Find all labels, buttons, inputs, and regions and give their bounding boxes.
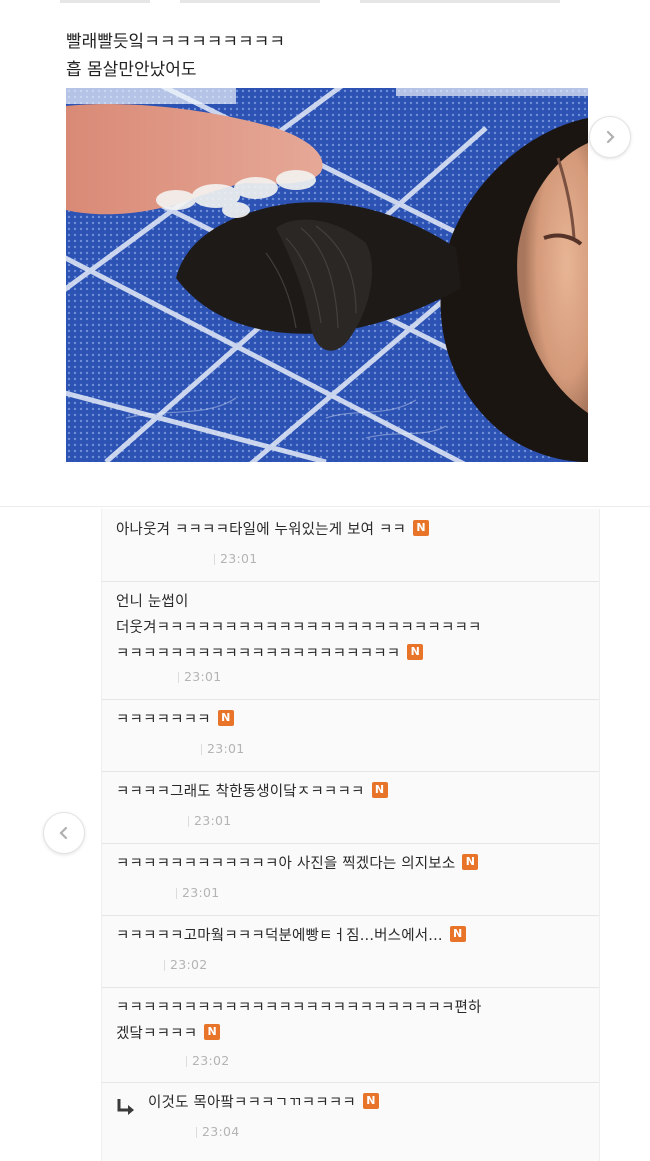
comment-time: 23:04 [196,1124,240,1139]
chevron-right-icon [606,130,615,144]
new-badge: N [362,1093,379,1109]
comment-item: ㅋㅋㅋㅋㅋㅋㅋㅋㅋㅋㅋㅋㅋㅋㅋㅋㅋㅋㅋㅋㅋㅋㅋㅋㅋ편하 겠닼ㅋㅋㅋㅋ N 23:0… [102,987,599,1083]
comment-text: ㅋㅋㅋㅋ그래도 착한동생이닼ㅈㅋㅋㅋㅋ N [116,779,388,805]
comment-text: ㅋㅋㅋㅋㅋㅋㅋㅋㅋㅋㅋㅋㅋㅋㅋㅋㅋㅋㅋㅋㅋㅋㅋㅋㅋ편하 겠닼ㅋㅋㅋㅋ N [116,1000,482,1042]
top-cutoff-strip [60,0,580,6]
post-caption: 빨래빨듯잌ㅋㅋㅋㅋㅋㅋㅋㅋㅋ 흡 몸살만안났어도 [66,28,285,84]
previous-image-button[interactable] [44,813,84,853]
comment-item: ㅋㅋㅋㅋㅋㅋㅋ N 23:01 [102,699,599,772]
next-image-button[interactable] [590,117,630,157]
comment-text: 언니 눈썹이 더웃겨ㅋㅋㅋㅋㅋㅋㅋㅋㅋㅋㅋㅋㅋㅋㅋㅋㅋㅋㅋㅋㅋㅋㅋㅋ ㅋㅋㅋㅋㅋ… [116,594,482,662]
comment-time: 23:01 [188,813,232,828]
comment-time: 23:02 [164,957,208,972]
new-badge: N [371,782,388,798]
comment-item: ㅋㅋㅋㅋㅋㅋㅋㅋㅋㅋㅋㅋ아 사진을 찍겠다는 의지보소 N 23:01 [102,843,599,916]
comment-time: 23:01 [176,885,220,900]
reply-item: 이것도 목아팤ㅋㅋㅋㄱㄲㅋㅋㅋㅋ N 23:04 [102,1082,599,1161]
comment-item: 언니 눈썹이 더웃겨ㅋㅋㅋㅋㅋㅋㅋㅋㅋㅋㅋㅋㅋㅋㅋㅋㅋㅋㅋㅋㅋㅋㅋㅋ ㅋㅋㅋㅋㅋ… [102,581,599,700]
comment-item: ㅋㅋㅋㅋㅋ고마웤ㅋㅋㅋ덕분에빵ㅌㅓ짐...버스에서... N 23:02 [102,915,599,988]
comment-text: 아나웃겨 ㅋㅋㅋㅋ타일에 누워있는게 보여 ㅋㅋ N [116,517,430,543]
comment-item: ㅋㅋㅋㅋ그래도 착한동생이닼ㅈㅋㅋㅋㅋ N 23:01 [102,771,599,844]
caption-line-2: 흡 몸살만안났어도 [66,60,197,80]
post-photo [66,88,588,462]
new-badge: N [413,520,430,536]
caption-line-1: 빨래빨듯잌ㅋㅋㅋㅋㅋㅋㅋㅋㅋ [66,32,285,52]
comment-text: ㅋㅋㅋㅋㅋ고마웤ㅋㅋㅋ덕분에빵ㅌㅓ짐...버스에서... N [116,923,466,949]
reply-arrow-icon [117,1099,134,1115]
new-badge: N [407,644,424,660]
comment-text: ㅋㅋㅋㅋㅋㅋㅋㅋㅋㅋㅋㅋ아 사진을 찍겠다는 의지보소 N [116,851,479,877]
comment-time: 23:01 [201,741,245,756]
comment-text: ㅋㅋㅋㅋㅋㅋㅋ N [116,707,234,733]
chevron-left-icon [59,826,68,840]
new-badge: N [204,1024,221,1040]
section-divider [0,506,650,507]
comment-time: 23:01 [178,669,222,684]
new-badge: N [449,926,466,942]
new-badge: N [462,854,479,870]
comment-item: 아나웃겨 ㅋㅋㅋㅋ타일에 누워있는게 보여 ㅋㅋ N 23:01 [102,509,599,582]
comment-list: 아나웃겨 ㅋㅋㅋㅋ타일에 누워있는게 보여 ㅋㅋ N 23:01 언니 눈썹이 더… [101,509,600,1161]
comment-time: 23:02 [186,1053,230,1068]
new-badge: N [217,710,234,726]
comment-text: 이것도 목아팤ㅋㅋㅋㄱㄲㅋㅋㅋㅋ N [148,1090,379,1116]
comment-time: 23:01 [214,551,258,566]
